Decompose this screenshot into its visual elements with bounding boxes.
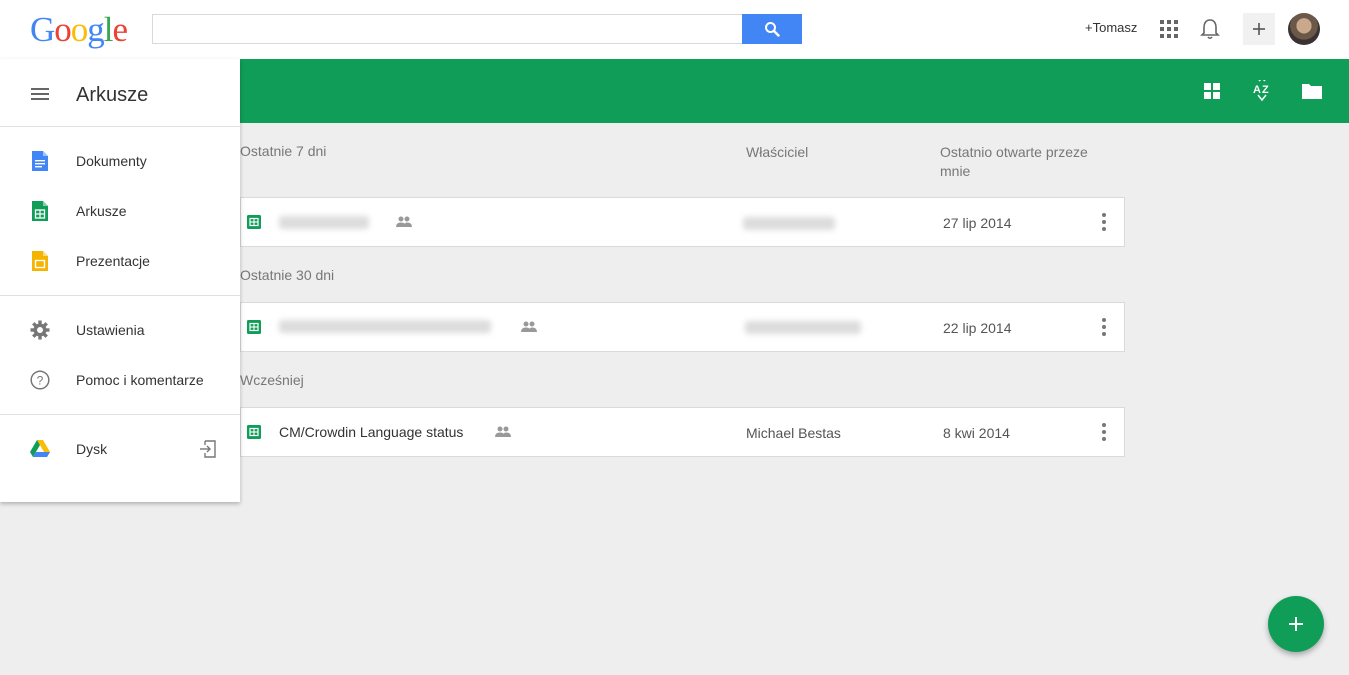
drawer-item-label: Dokumenty <box>76 153 147 169</box>
file-owner: Michael Bestas <box>746 425 841 441</box>
plus-icon <box>1289 617 1303 631</box>
search-input[interactable] <box>152 14 742 44</box>
sheets-file-icon <box>247 320 261 334</box>
google-logo[interactable]: Google <box>30 10 128 50</box>
apps-grid-icon[interactable] <box>1160 20 1178 38</box>
group-title-earlier: Wcześniej <box>240 372 304 388</box>
shared-people-icon <box>396 216 412 227</box>
gear-icon <box>30 320 50 340</box>
drawer-settings-section: Ustawienia ? Pomoc i komentarze <box>0 296 240 415</box>
search-button[interactable] <box>742 14 802 44</box>
plus-icon <box>1253 23 1265 35</box>
user-profile-link[interactable]: +Tomasz <box>1085 20 1137 36</box>
drawer-item-label: Ustawienia <box>76 322 145 338</box>
drawer-item-help[interactable]: ? Pomoc i komentarze <box>0 355 240 405</box>
svg-text:A: A <box>1253 84 1261 96</box>
group-title-last-7-days: Ostatnie 7 dni <box>240 143 327 159</box>
drawer-item-docs[interactable]: Dokumenty <box>0 136 240 186</box>
column-header-last-opened[interactable]: Ostatnio otwarte przeze mnie <box>940 143 1110 181</box>
drawer-header: Arkusze <box>0 59 240 127</box>
drawer-item-label: Arkusze <box>76 203 127 219</box>
docs-icon <box>30 151 50 171</box>
more-options-icon[interactable] <box>1101 213 1107 231</box>
drawer-item-settings[interactable]: Ustawienia <box>0 305 240 355</box>
drawer-item-slides[interactable]: Prezentacje <box>0 236 240 286</box>
more-options-icon[interactable] <box>1101 318 1107 336</box>
hamburger-menu-icon[interactable] <box>31 88 49 100</box>
column-header-owner[interactable]: Właściciel <box>746 143 808 162</box>
open-external-icon[interactable] <box>199 440 217 458</box>
table-row[interactable]: 22 lip 2014 <box>240 302 1125 352</box>
grid-view-button[interactable] <box>1200 79 1224 103</box>
last-opened-date: 8 kwi 2014 <box>943 425 1010 441</box>
drawer-item-sheets[interactable]: Arkusze <box>0 186 240 236</box>
share-add-button[interactable] <box>1243 13 1275 45</box>
drawer-drive-section: Dysk <box>0 415 240 483</box>
drawer-apps-section: Dokumenty Arkusze Prezentacje <box>0 127 240 296</box>
slides-icon <box>30 251 50 271</box>
avatar[interactable] <box>1288 13 1320 45</box>
group-title-last-30-days: Ostatnie 30 dni <box>240 267 335 283</box>
help-icon: ? <box>30 370 50 390</box>
drive-icon <box>30 439 50 459</box>
sheets-file-icon <box>247 425 261 439</box>
create-new-button[interactable] <box>1268 596 1324 652</box>
top-bar: Google +Tomasz <box>0 0 1349 59</box>
svg-text:Z: Z <box>1262 84 1269 96</box>
redacted-file-name <box>279 216 369 229</box>
last-opened-date: 27 lip 2014 <box>943 215 1012 231</box>
drawer-item-label: Dysk <box>76 441 108 457</box>
table-row[interactable]: CM/Crowdin Language status Michael Besta… <box>240 407 1125 457</box>
folder-button[interactable] <box>1300 79 1324 103</box>
search-icon <box>765 22 780 37</box>
drawer-item-drive[interactable]: Dysk <box>0 424 240 474</box>
last-opened-date: 22 lip 2014 <box>943 320 1012 336</box>
shared-people-icon <box>495 426 511 437</box>
sheets-file-icon <box>247 215 261 229</box>
notifications-bell-icon[interactable] <box>1199 17 1221 41</box>
shared-people-icon <box>521 321 537 332</box>
drawer-title: Arkusze <box>76 84 149 106</box>
sort-az-icon: AZ <box>1253 80 1269 102</box>
redacted-owner <box>743 217 835 230</box>
navigation-drawer: Arkusze Dokumenty Arkusze Prezentacje Us… <box>0 59 240 502</box>
redacted-file-name <box>279 320 491 333</box>
table-row[interactable]: 27 lip 2014 <box>240 197 1125 247</box>
file-name[interactable]: CM/Crowdin Language status <box>279 424 463 441</box>
redacted-owner <box>745 321 861 334</box>
grid-view-icon <box>1204 83 1220 99</box>
drawer-item-label: Pomoc i komentarze <box>76 372 204 388</box>
sheets-icon <box>30 201 50 221</box>
more-options-icon[interactable] <box>1101 423 1107 441</box>
drawer-item-label: Prezentacje <box>76 253 150 269</box>
sort-button[interactable]: AZ <box>1250 79 1274 103</box>
svg-text:?: ? <box>37 374 44 388</box>
folder-icon <box>1302 84 1322 99</box>
